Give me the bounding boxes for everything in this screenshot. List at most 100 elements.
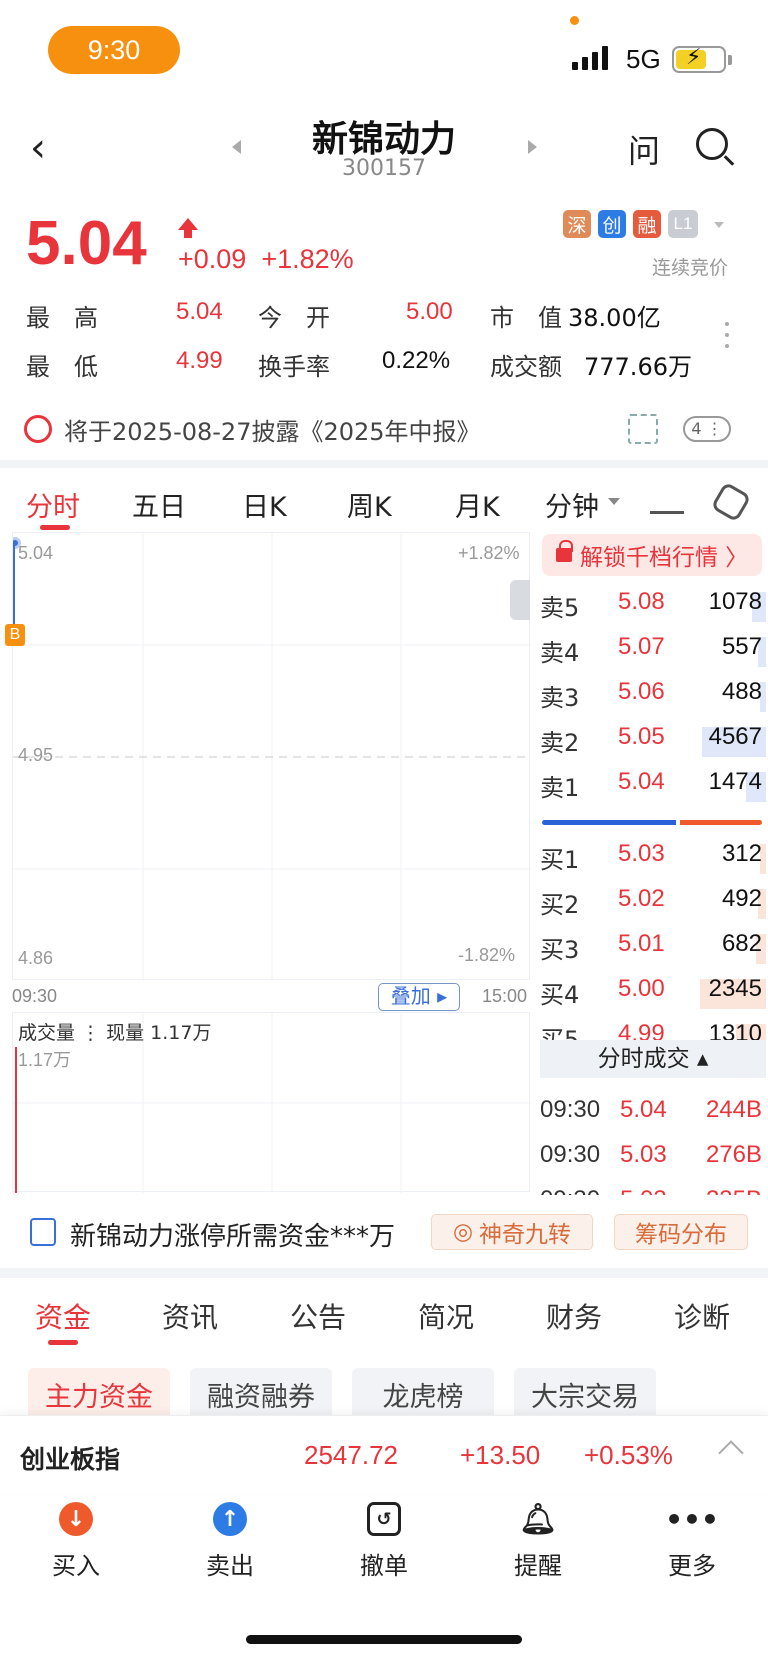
more-button[interactable]: ••• 更多	[642, 1502, 742, 1581]
section-divider	[0, 1268, 768, 1278]
tab-daily-k[interactable]: 日K	[242, 485, 287, 524]
status-time: 9:30	[48, 26, 180, 74]
mcap-value: 38.00亿	[568, 304, 661, 332]
tick-volume: 235B	[706, 1186, 762, 1195]
ask-qty: 557	[721, 633, 762, 660]
bid-price: 5.02	[618, 885, 665, 912]
tick-time: 09:30	[540, 1141, 601, 1168]
sell-button[interactable]: ↑ 卖出	[180, 1502, 280, 1581]
ask-label: 卖4	[540, 639, 580, 667]
report-count-badge[interactable]: 4 ⋮	[683, 416, 731, 442]
chip-block-trade[interactable]: 大宗交易	[514, 1368, 656, 1420]
buy-marker[interactable]: B	[5, 624, 25, 646]
buy-button[interactable]: ↓ 买入	[26, 1502, 126, 1581]
tab-5day[interactable]: 五日	[132, 485, 186, 524]
tab-minute[interactable]: 分钟	[545, 485, 599, 524]
tab-diagnosis[interactable]: 诊断	[674, 1296, 730, 1336]
tab-news[interactable]: 资讯	[162, 1296, 218, 1336]
time-start: 09:30	[12, 986, 58, 1006]
unlock-depth-button[interactable]: 解锁千档行情 〉	[542, 534, 762, 576]
ask-label: 卖3	[540, 684, 580, 712]
badge-sz: 深	[563, 210, 591, 238]
tab-weekly-k[interactable]: 周K	[347, 485, 392, 524]
chip-main-funds[interactable]: 主力资金	[28, 1368, 170, 1420]
overlay-button[interactable]: 叠加 ▸	[378, 983, 460, 1011]
bid-label: 买1	[540, 846, 580, 874]
section-divider	[0, 460, 768, 468]
amount-label: 成交额	[490, 353, 562, 381]
tab-monthly-k[interactable]: 月K	[455, 485, 500, 524]
pct-bottom-label: -1.82%	[458, 945, 516, 965]
search-icon[interactable]	[696, 128, 728, 160]
tab-intraday[interactable]: 分时	[26, 485, 80, 524]
active-tab-indicator	[40, 525, 70, 530]
auction-status: 连续竞价	[651, 257, 728, 279]
chip-label: 神奇九转	[479, 1222, 572, 1248]
ask-row-2: 卖2 5.05 4567	[540, 723, 766, 763]
chip-distribution-button[interactable]: 筹码分布	[614, 1214, 748, 1250]
open-label: 今 开	[258, 304, 330, 332]
orderbook-toggle-handle[interactable]	[510, 580, 530, 620]
bid-qty: 2345	[708, 975, 762, 1002]
change-percent: +1.82%	[261, 244, 354, 274]
bid-qty: 492	[721, 885, 762, 912]
volume-top-label: 1.17万	[18, 1050, 72, 1070]
alert-button[interactable]: 🔔︎ 提醒	[488, 1502, 588, 1581]
minute-dropdown-icon[interactable]	[608, 498, 620, 505]
cancel-order-button[interactable]: ↺ 撤单	[334, 1502, 434, 1581]
buy-label: 买入	[52, 1552, 100, 1580]
bid-qty: 1310	[708, 1020, 762, 1040]
bid-row-1: 买1 5.03 312	[540, 840, 766, 880]
cancel-order-icon: ↺	[367, 1502, 401, 1536]
unlock-label: 解锁千档行情 〉	[580, 545, 749, 571]
chip-margin[interactable]: 融资融券	[190, 1368, 332, 1420]
intraday-chart[interactable]	[9, 532, 531, 981]
ask-row-1: 卖1 5.04 1474	[540, 768, 766, 808]
badge-l1: L1	[668, 210, 698, 238]
ask-price: 5.07	[618, 633, 665, 660]
ask-row-5: 卖5 5.08 1078	[540, 588, 766, 628]
magic-nine-button[interactable]: ◎ 神奇九转	[431, 1214, 593, 1250]
alert-label: 提醒	[514, 1552, 562, 1580]
tab-announcements[interactable]: 公告	[290, 1296, 346, 1336]
ticks-header[interactable]: 分时成交 ▴	[540, 1040, 766, 1078]
ask-row-3: 卖3 5.06 488	[540, 678, 766, 718]
chip-dragon-tiger[interactable]: 龙虎榜	[352, 1368, 494, 1420]
ask-button[interactable]: 问	[628, 126, 660, 172]
bid-label: 买3	[540, 936, 580, 964]
settings-icon[interactable]	[710, 481, 752, 523]
high-label: 最 高	[26, 304, 98, 332]
document-icon	[30, 1218, 56, 1246]
tab-financials[interactable]: 财务	[546, 1296, 602, 1336]
home-indicator	[246, 1635, 522, 1644]
ask-qty: 4567	[708, 723, 762, 750]
add-event-icon[interactable]	[628, 414, 658, 444]
index-percent: +0.53%	[584, 1440, 673, 1470]
bid-price: 5.01	[618, 930, 665, 957]
more-dots-icon: •••	[665, 1502, 719, 1536]
more-stats-icon[interactable]	[725, 322, 729, 348]
index-name: 创业板指	[20, 1445, 121, 1474]
report-notice[interactable]: 将于2025-08-27披露《2025年中报》	[64, 412, 481, 447]
report-count: 4	[691, 419, 702, 438]
limit-up-fund-notice[interactable]: 新锦动力涨停所需资金***万	[70, 1216, 395, 1253]
market-badges[interactable]: 深 创 融 L1	[563, 210, 698, 238]
price-change: +0.09 +1.82%	[178, 244, 354, 275]
report-icon	[24, 415, 52, 443]
tab-profile[interactable]: 简况	[418, 1296, 474, 1336]
chevron-down-icon[interactable]	[714, 222, 724, 228]
ask-label: 卖2	[540, 729, 580, 757]
time-end: 15:00	[482, 986, 528, 1006]
bid-qty: 312	[721, 840, 762, 867]
signal-icon	[572, 46, 608, 70]
tick-price: 5.04	[620, 1096, 667, 1123]
indicator-icon[interactable]	[650, 488, 684, 514]
bid-row-4: 买4 5.00 2345	[540, 975, 766, 1015]
tick-price: 5.03	[620, 1141, 667, 1168]
turnover-value: 0.22%	[382, 347, 451, 374]
y-mid-label: 4.95	[18, 745, 54, 765]
volume-label[interactable]: 成交量 ⋮ 现量 1.17万	[18, 1018, 211, 1045]
battery-icon: ⚡	[672, 45, 726, 73]
ask-price: 5.06	[618, 678, 665, 705]
tab-funds[interactable]: 资金	[35, 1296, 91, 1336]
